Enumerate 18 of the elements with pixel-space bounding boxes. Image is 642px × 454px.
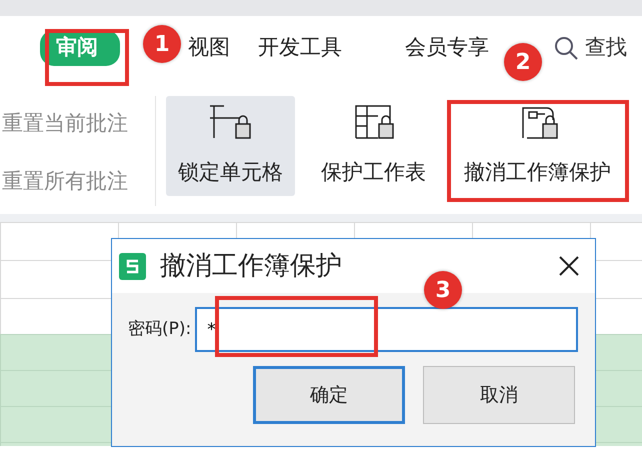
password-field[interactable]: *: [195, 307, 578, 352]
ribbon-button[interactable]: 保护工作表: [309, 96, 438, 196]
password-label: 密码(P):: [128, 318, 192, 341]
search-label: 查找: [585, 34, 627, 62]
ribbon-tab[interactable]: 开发工具: [258, 32, 342, 64]
ribbon-tab[interactable]: 会员专享: [405, 32, 489, 64]
cancel-button[interactable]: 取消: [423, 366, 575, 424]
dialog-title: 撤消工作簿保护: [160, 250, 343, 282]
search-icon[interactable]: [553, 35, 579, 61]
ribbon-tab[interactable]: 视图: [188, 32, 230, 64]
ribbon-button[interactable]: 撤消工作簿保护: [452, 96, 623, 196]
ribbon-button[interactable]: 锁定单元格: [166, 96, 295, 196]
step-marker: 1: [143, 25, 181, 63]
ribbon-link[interactable]: 重置所有批注: [2, 166, 128, 197]
ok-button[interactable]: 确定: [253, 366, 405, 424]
app-logo-icon: [119, 252, 146, 280]
step-marker: 2: [504, 43, 542, 81]
ribbon-link[interactable]: 重置当前批注: [2, 108, 128, 140]
